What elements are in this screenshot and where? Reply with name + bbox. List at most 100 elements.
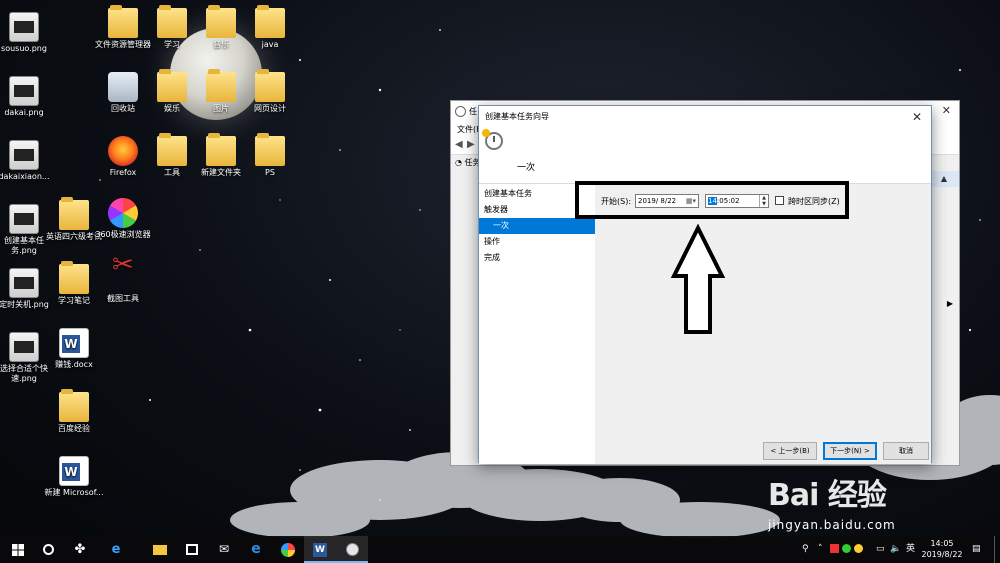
pinwheel-icon: ✤ xyxy=(74,542,86,557)
taskbar-mail[interactable]: ✉ xyxy=(208,536,240,563)
step-action[interactable]: 操作 xyxy=(479,234,595,250)
folder-icon xyxy=(255,69,285,102)
desktop-icon-label: 赚钱.docx xyxy=(55,360,93,369)
folder-icon xyxy=(255,5,285,38)
tray-volume-icon[interactable]: 🔈 xyxy=(890,536,901,563)
file-explorer-icon xyxy=(108,5,138,38)
desktop-icon-new-word[interactable]: 新建 Microsof... xyxy=(42,456,106,498)
tray-network-icon[interactable]: ▭ xyxy=(876,536,885,563)
taskbar-task-scheduler[interactable] xyxy=(336,536,368,563)
folder-icon xyxy=(255,133,285,166)
baidu-url: jingyan.baidu.com xyxy=(768,518,896,532)
internet-explorer-icon: e xyxy=(111,542,121,557)
desktop-icon-dakai[interactable]: dakai.png xyxy=(0,76,56,118)
desktop-icon-ps-folder[interactable]: PS xyxy=(238,133,302,178)
tray-people-icon[interactable]: ⚲ xyxy=(802,536,809,563)
step-once[interactable]: 一次 xyxy=(479,218,595,234)
desktop-icon-label: sousuo.png xyxy=(1,44,47,53)
desktop-icon-java-folder[interactable]: java xyxy=(238,5,302,50)
folder-icon xyxy=(153,544,167,555)
image-file-icon xyxy=(9,332,39,362)
annotation-up-arrow xyxy=(670,224,726,334)
task-scheduler-clock-icon xyxy=(345,543,359,556)
folder-icon xyxy=(206,133,236,166)
taskbar: ✤ e ✉ e W ⚲ ˄ ▭ 🔈 英 14:05 2019/8/22 ▤ xyxy=(0,536,1000,563)
next-button[interactable]: 下一步(N) > xyxy=(823,442,877,460)
scissors-icon xyxy=(108,260,138,292)
baidu-watermark: Bai 经验 jingyan.baidu.com xyxy=(768,470,895,532)
desktop-icon-label: 网页设计 xyxy=(254,104,286,113)
desktop-icon-baidu-folder[interactable]: 百度经验 xyxy=(42,389,106,434)
desktop-icon-label: dakaixiaon... xyxy=(0,172,50,181)
desktop-icon-money-docx[interactable]: 赚钱.docx xyxy=(42,328,106,370)
word-document-icon xyxy=(59,456,89,486)
taskbar-360-browser[interactable] xyxy=(272,536,304,563)
annotation-highlight-box xyxy=(575,181,849,219)
folder-icon xyxy=(157,5,187,38)
close-icon[interactable]: ✕ xyxy=(942,104,951,117)
taskbar-file-explorer[interactable] xyxy=(144,536,176,563)
360-browser-icon xyxy=(108,198,138,228)
start-button[interactable] xyxy=(2,536,34,563)
close-icon[interactable]: ✕ xyxy=(909,106,925,128)
folder-icon xyxy=(206,5,236,38)
desktop-icon-snipping-tool[interactable]: 截图工具 xyxy=(91,260,155,304)
cancel-button[interactable]: 取消 xyxy=(883,442,929,460)
image-file-icon xyxy=(9,268,39,298)
clock-time: 14:05 xyxy=(930,539,954,548)
taskbar-edge[interactable]: e xyxy=(240,536,272,563)
tray-red-app-icon xyxy=(830,544,839,553)
tray-ime-icon[interactable]: 英 xyxy=(906,536,915,563)
windows-icon xyxy=(12,543,24,556)
desktop-icon-sousuo[interactable]: sousuo.png xyxy=(0,12,56,54)
taskbar-ie[interactable]: e xyxy=(100,536,132,563)
dialog-title: 创建基本任务向导 xyxy=(485,112,549,121)
taskbar-clock[interactable]: 14:05 2019/8/22 xyxy=(918,538,966,560)
baidu-logo: Bai 经验 xyxy=(768,478,887,513)
cortana-circle-icon xyxy=(42,544,54,555)
desktop-icon-label: 360极速浏览器 xyxy=(95,230,151,239)
tray-app-icons[interactable] xyxy=(830,536,863,563)
image-file-icon xyxy=(9,204,39,234)
back-button[interactable]: < 上一步(B) xyxy=(763,442,817,460)
tray-expand-icon[interactable]: ˄ xyxy=(818,536,823,563)
360-browser-icon xyxy=(281,542,295,557)
store-bag-icon xyxy=(186,544,198,555)
desktop-icon-360-browser[interactable]: 360极速浏览器 xyxy=(91,198,155,240)
show-desktop-button[interactable] xyxy=(994,536,1000,563)
desktop-icon-label: 百度经验 xyxy=(58,424,90,433)
tray-yellow-app-icon xyxy=(853,544,863,553)
word-icon: W xyxy=(313,542,327,557)
forward-arrow-icon[interactable]: ▶ xyxy=(467,139,475,150)
wizard-steps: 创建基本任务 触发器 一次 操作 完成 xyxy=(479,184,595,464)
image-file-icon xyxy=(9,140,39,170)
expand-arrow-icon[interactable]: ▶ xyxy=(947,299,953,308)
folder-icon xyxy=(157,133,187,166)
folder-icon xyxy=(206,69,236,102)
desktop-icon-dakaixiaon[interactable]: dakaixiaon... xyxy=(0,140,56,182)
wizard-content: 开始(S): 2019/ 8/22 ▦▾ 14:05:02 ▲ ▼ 跨时区同步(Z… xyxy=(595,184,931,464)
folder-icon xyxy=(59,261,89,294)
folder-icon xyxy=(59,389,89,422)
desktop-icon-label: dakai.png xyxy=(4,108,44,117)
taskbar-word[interactable]: W xyxy=(304,536,336,563)
desktop-icon-label: PS xyxy=(265,168,275,177)
task-clock-icon xyxy=(482,129,503,150)
step-finish[interactable]: 完成 xyxy=(479,250,595,266)
dialog-header: 一次 xyxy=(479,128,931,184)
scroll-up-icon[interactable]: ▲ xyxy=(929,171,959,187)
dialog-titlebar[interactable]: 创建基本任务向导 ✕ xyxy=(479,106,931,128)
clock-icon: ◔ xyxy=(455,158,462,167)
clock-date: 2019/8/22 xyxy=(921,550,963,559)
search-button[interactable] xyxy=(32,536,64,563)
desktop-icon-label: java xyxy=(261,40,279,49)
tree-item-task[interactable]: ◔ 任务 xyxy=(455,157,481,168)
tray-green-app-icon xyxy=(841,544,851,553)
back-arrow-icon[interactable]: ◀ xyxy=(455,139,463,150)
folder-icon xyxy=(59,197,89,230)
desktop-icon-webdesign-folder[interactable]: 网页设计 xyxy=(238,69,302,114)
step-title: 一次 xyxy=(517,163,536,173)
task-view-button[interactable]: ✤ xyxy=(64,536,96,563)
notification-icon[interactable]: ▤ xyxy=(972,536,981,563)
taskbar-store[interactable] xyxy=(176,536,208,563)
